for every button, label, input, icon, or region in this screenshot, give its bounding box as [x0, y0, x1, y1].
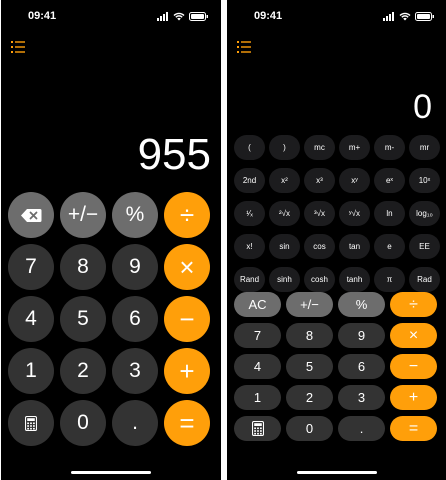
key-3[interactable]: 3 — [338, 385, 385, 410]
sci-key-pi[interactable]: π — [374, 267, 405, 292]
sci-key-2nd[interactable]: 2nd — [234, 168, 265, 193]
key-minus[interactable]: − — [390, 354, 437, 379]
key-plus[interactable]: + — [390, 385, 437, 410]
status-time: 09:41 — [28, 10, 57, 22]
key-percent[interactable]: % — [112, 192, 158, 238]
sci-key-tanh[interactable]: tanh — [339, 267, 370, 292]
key-9[interactable]: 9 — [338, 323, 385, 348]
cellular-signal-icon — [157, 12, 168, 21]
sci-key-fn-12[interactable]: ¹⁄ₓ — [234, 201, 265, 226]
result-display: 955 — [137, 130, 211, 179]
key-sign[interactable]: +/− — [60, 192, 106, 238]
sci-key-open-paren[interactable]: ( — [234, 135, 265, 160]
key-7[interactable]: 7 — [234, 323, 281, 348]
key-8[interactable]: 8 — [60, 244, 106, 290]
key-equals[interactable]: = — [164, 400, 210, 446]
backspace-button[interactable] — [8, 192, 54, 238]
sci-key-mc[interactable]: mc — [304, 135, 335, 160]
sci-key-sinh[interactable]: sinh — [269, 267, 300, 292]
calculator-screen-scientific: 09:41 0 () mc m+ m-mr 2nd x² x³ xʸ eˣ 10ˣ ¹⁄ₓ ²√x ³√… — [227, 0, 446, 480]
key-equals[interactable]: = — [390, 416, 437, 441]
cellular-signal-icon — [383, 12, 394, 21]
sci-key-ee[interactable]: EE — [409, 234, 440, 259]
sci-key-x[interactable]: x! — [234, 234, 265, 259]
key-divide[interactable]: ÷ — [390, 292, 437, 317]
key-sign[interactable]: +/− — [286, 292, 333, 317]
sci-key-cos[interactable]: cos — [304, 234, 335, 259]
key-minus[interactable]: − — [164, 296, 210, 342]
sci-key-mr[interactable]: mr — [409, 135, 440, 160]
key-9[interactable]: 9 — [112, 244, 158, 290]
key-multiply[interactable]: × — [390, 323, 437, 348]
key-percent[interactable]: % — [338, 292, 385, 317]
backspace-icon — [20, 208, 42, 223]
battery-icon — [189, 12, 208, 21]
key-6[interactable]: 6 — [338, 354, 385, 379]
key-4[interactable]: 4 — [8, 296, 54, 342]
key-3[interactable]: 3 — [112, 348, 158, 394]
sci-key-e[interactable]: e — [374, 234, 405, 259]
sci-key-cosh[interactable]: cosh — [304, 267, 335, 292]
key-5[interactable]: 5 — [286, 354, 333, 379]
key-ac[interactable]: AC — [234, 292, 281, 317]
status-icons — [157, 12, 209, 21]
calculator-screen-standard: 09:41 955 +/−% ÷ 7 8 9 × 4 5 6− 1 2 3 +0. = — [1, 0, 221, 480]
sci-key-x[interactable]: ³√x — [304, 201, 335, 226]
keypad: AC +/−% ÷ 7 8 9 × 4 5 6− 1 2 3 +0. = — [234, 292, 437, 441]
key-divide[interactable]: ÷ — [164, 192, 210, 238]
home-indicator[interactable] — [297, 471, 377, 474]
sci-key-m[interactable]: m+ — [339, 135, 370, 160]
key-5[interactable]: 5 — [60, 296, 106, 342]
key-0[interactable]: 0 — [286, 416, 333, 441]
sci-key-close-paren[interactable]: ) — [269, 135, 300, 160]
key-7[interactable]: 7 — [8, 244, 54, 290]
status-time: 09:41 — [254, 10, 283, 22]
sci-key-x[interactable]: x³ — [304, 168, 335, 193]
sci-key-rand[interactable]: Rand — [234, 267, 265, 292]
sci-key-e[interactable]: eˣ — [374, 168, 405, 193]
status-bar: 09:41 — [227, 9, 446, 25]
sci-key-x[interactable]: ²√x — [269, 201, 300, 226]
sci-key-x[interactable]: ʸ√x — [339, 201, 370, 226]
key-1[interactable]: 1 — [234, 385, 281, 410]
key-multiply[interactable]: × — [164, 244, 210, 290]
key-decimal[interactable]: . — [112, 400, 158, 446]
result-display: 0 — [413, 88, 432, 126]
calculator-icon — [251, 421, 264, 436]
key-4[interactable]: 4 — [234, 354, 281, 379]
key-decimal[interactable]: . — [338, 416, 385, 441]
key-2[interactable]: 2 — [286, 385, 333, 410]
scientific-keypad: () mc m+ m-mr 2nd x² x³ xʸ eˣ 10ˣ ¹⁄ₓ ²√x ³√x ʸ√x ln lo… — [234, 135, 440, 292]
key-plus[interactable]: + — [164, 348, 210, 394]
sci-key-10[interactable]: 10ˣ — [409, 168, 440, 193]
calculator-icon — [25, 415, 37, 431]
wifi-icon — [173, 12, 185, 21]
key-1[interactable]: 1 — [8, 348, 54, 394]
status-icons — [383, 12, 435, 21]
sci-key-rad[interactable]: Rad — [409, 267, 440, 292]
sci-key-x[interactable]: xʸ — [339, 168, 370, 193]
status-bar: 09:41 — [1, 9, 221, 25]
key-6[interactable]: 6 — [112, 296, 158, 342]
sci-key-tan[interactable]: tan — [339, 234, 370, 259]
calculator-button[interactable] — [8, 400, 54, 446]
sci-key-m[interactable]: m- — [374, 135, 405, 160]
sci-key-log[interactable]: log₁₀ — [409, 201, 440, 226]
sci-key-ln[interactable]: ln — [374, 201, 405, 226]
list-menu-icon[interactable] — [11, 41, 25, 53]
list-menu-icon[interactable] — [237, 41, 251, 53]
key-0[interactable]: 0 — [60, 400, 106, 446]
key-8[interactable]: 8 — [286, 323, 333, 348]
calculator-button[interactable] — [234, 416, 281, 441]
sci-key-sin[interactable]: sin — [269, 234, 300, 259]
keypad: +/−% ÷ 7 8 9 × 4 5 6− 1 2 3 +0. = — [8, 192, 210, 446]
wifi-icon — [399, 12, 411, 21]
battery-icon — [415, 12, 434, 21]
key-2[interactable]: 2 — [60, 348, 106, 394]
sci-key-x[interactable]: x² — [269, 168, 300, 193]
home-indicator[interactable] — [71, 471, 151, 474]
